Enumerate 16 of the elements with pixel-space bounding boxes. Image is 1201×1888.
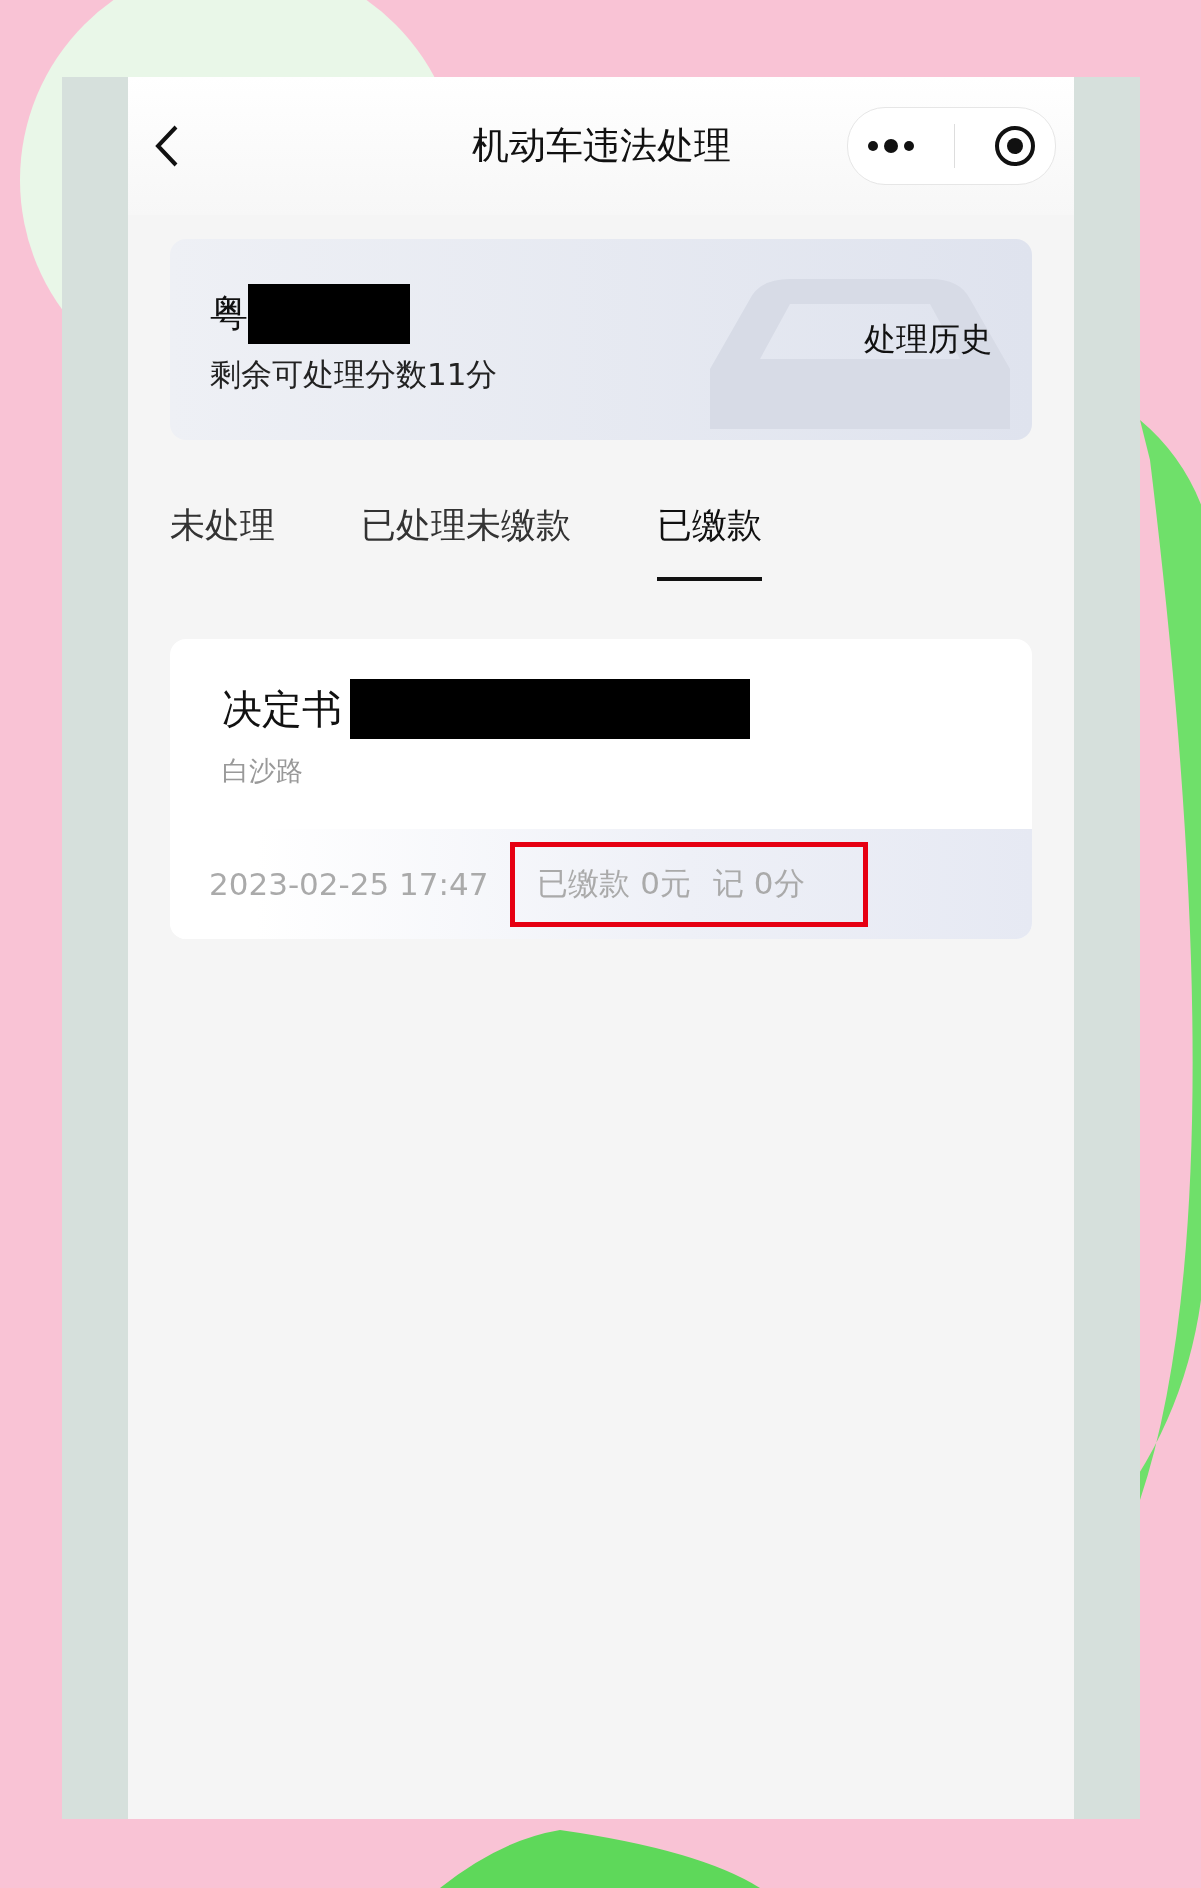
- record-card[interactable]: 决定书 白沙路 2023-02-25 17:47 已缴款 0元 记 0分: [170, 639, 1032, 939]
- record-time: 2023-02-25 17:47: [209, 866, 489, 902]
- record-location: 白沙路: [222, 754, 304, 788]
- page-title: 机动车违法处理: [471, 123, 731, 169]
- back-icon[interactable]: [154, 124, 180, 168]
- status-tab[interactable]: 已缴款: [657, 502, 762, 581]
- status-tab[interactable]: 未处理: [170, 502, 275, 581]
- record-title: 决定书: [222, 684, 342, 734]
- payment-status: 已缴款 0元: [537, 864, 691, 903]
- status-tab[interactable]: 已处理未缴款: [361, 502, 571, 581]
- close-target-icon[interactable]: [993, 125, 1036, 167]
- remaining-points: 剩余可处理分数11分: [210, 354, 498, 394]
- plate-prefix: 粤: [210, 290, 248, 337]
- points-deducted: 记 0分: [712, 864, 805, 903]
- history-link[interactable]: 处理历史: [864, 317, 992, 362]
- more-icon[interactable]: [867, 139, 916, 153]
